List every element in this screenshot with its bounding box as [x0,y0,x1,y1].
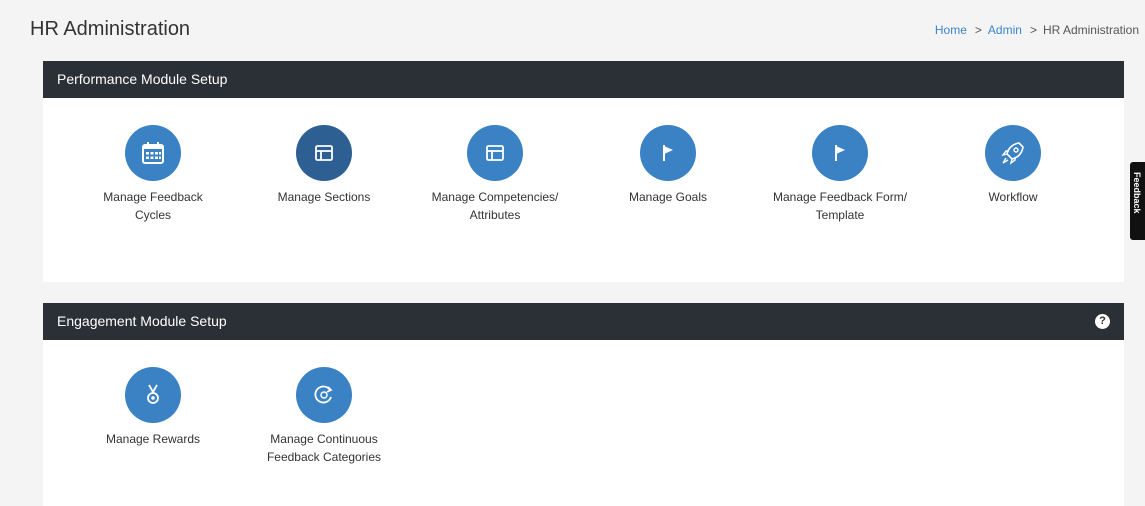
performance-module-header: Performance Module Setup [43,61,1124,98]
breadcrumb-admin-link[interactable]: Admin [988,23,1022,37]
manage-competencies-tile[interactable]: Manage Competencies/ Attributes [415,125,575,224]
manage-feedback-form-tile[interactable]: Manage Feedback Form/ Template [760,125,920,224]
tile-label: Manage Competencies/ Attributes [431,190,559,222]
workflow-tile[interactable]: Workflow [933,125,1093,206]
manage-sections-tile[interactable]: Manage Sections [244,125,404,206]
performance-module-panel: Performance Module Setup Manage Feedback… [43,61,1124,282]
manage-rewards-tile[interactable]: Manage Rewards [73,367,233,448]
breadcrumb-home-link[interactable]: Home [935,23,967,37]
refresh-icon [296,367,352,423]
manage-feedback-cycles-tile[interactable]: Manage Feedback Cycles [73,125,233,224]
tile-label: Manage Goals [628,190,708,204]
flag-icon [640,125,696,181]
manage-continuous-feedback-tile[interactable]: Manage Continuous Feedback Categories [244,367,404,466]
tile-label: Manage Continuous Feedback Categories [266,432,382,464]
manage-goals-tile[interactable]: Manage Goals [588,125,748,206]
calendar-icon [125,125,181,181]
medal-icon [125,367,181,423]
tile-label: Manage Feedback Form/ Template [772,190,908,222]
tile-label: Manage Feedback Cycles [103,190,203,222]
engagement-module-panel: Engagement Module Setup ? Manage Rewards [43,303,1124,506]
tile-label: Manage Rewards [105,432,201,446]
help-icon[interactable]: ? [1095,314,1110,329]
flag-icon [812,125,868,181]
feedback-side-tab[interactable]: Feedback [1130,162,1145,240]
layout-icon [296,125,352,181]
feedback-tab-label: Feedback [1132,172,1142,214]
breadcrumb-current: HR Administration [1042,23,1139,37]
breadcrumb-separator: > [1029,23,1037,37]
tile-label: Workflow [988,190,1038,204]
page-title: HR Administration [30,18,191,40]
performance-module-title: Performance Module Setup [57,71,228,87]
rocket-icon [985,125,1041,181]
engagement-module-title: Engagement Module Setup [57,313,227,329]
breadcrumb-separator: > [974,23,982,37]
tile-label: Manage Sections [277,190,371,204]
breadcrumb: Home > Admin > HR Administration [935,23,1139,37]
engagement-module-header: Engagement Module Setup ? [43,303,1124,340]
layout-icon [467,125,523,181]
